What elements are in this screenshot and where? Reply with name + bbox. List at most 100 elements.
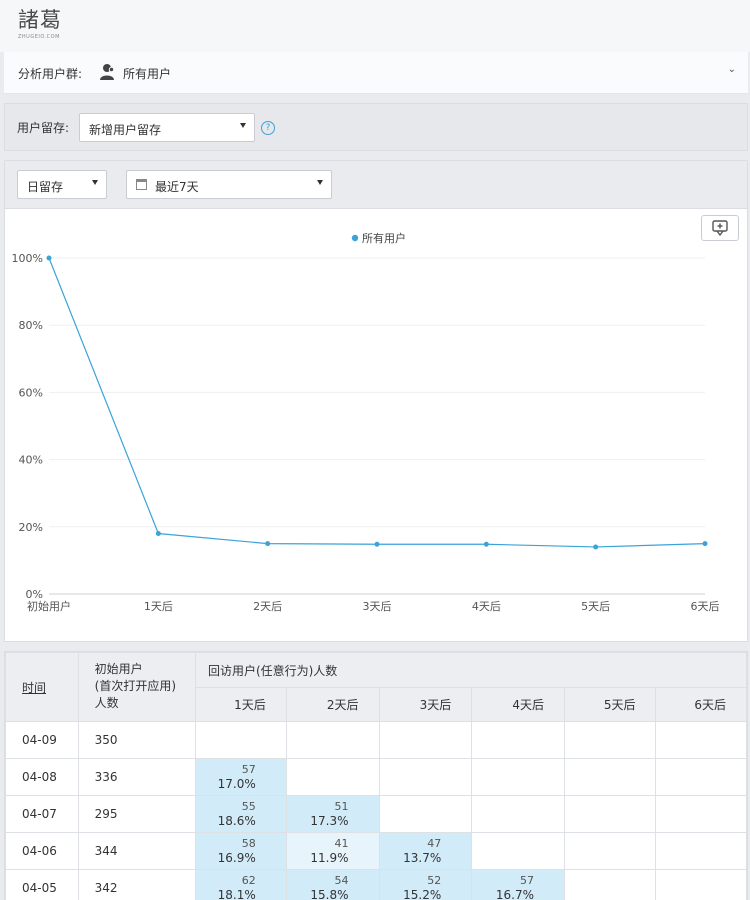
data-point: [593, 544, 599, 550]
column-header-initial-users: 初始用户 (首次打开应用) 人数: [77, 652, 196, 722]
row-initial-count: 336: [77, 758, 196, 796]
y-tick-label: 80%: [19, 319, 43, 332]
row-initial-count: 295: [77, 795, 196, 833]
retention-count: 62: [241, 874, 256, 887]
retention-count: 47: [427, 837, 442, 850]
row-date: 04-08: [5, 758, 79, 796]
retention-percent: 18.6%: [217, 814, 256, 828]
retention-cell[interactable]: 47 13.7%: [378, 832, 473, 870]
date-range-select[interactable]: 最近7天: [126, 170, 332, 199]
retention-cell[interactable]: 54 15.8%: [285, 869, 380, 900]
retention-percent: 16.9%: [217, 851, 256, 865]
period-select[interactable]: 日留存: [17, 170, 107, 199]
caret-down-icon: [240, 123, 246, 128]
retention-percent: 11.9%: [310, 851, 349, 865]
retention-cell: [378, 795, 473, 833]
table-row: 04-06 344 58 16.9% 41 11.9% 47 13.7%: [5, 832, 747, 870]
retention-bar: 用户留存: 新增用户留存 ?: [4, 103, 748, 151]
initial-users-line-1: 初始用户: [94, 662, 143, 676]
retention-line-chart: 0%20%40%60%80%100%初始用户 1天后 2天后 3天后 4天后 5天后 6天后…: [12, 231, 720, 613]
retention-cell: [471, 795, 566, 833]
x-tick-label: 3天后: [363, 600, 392, 613]
retention-cell: [471, 832, 566, 870]
column-header-day[interactable]: 5天后: [564, 687, 657, 722]
retention-label: 用户留存:: [17, 121, 70, 135]
top-bar: 諸葛 ZHUGEIO.COM: [0, 0, 750, 52]
user-group-label: 分析用户群:: [18, 67, 83, 81]
row-initial-count: 344: [77, 832, 196, 870]
row-date: 04-06: [5, 832, 79, 870]
column-header-time[interactable]: 时间: [5, 652, 79, 722]
retention-cell[interactable]: 58 16.9%: [194, 832, 287, 870]
retention-cell[interactable]: 41 11.9%: [285, 832, 380, 870]
retention-cell[interactable]: 57 17.0%: [194, 758, 287, 796]
retention-cell: [471, 758, 566, 796]
initial-users-line-2: (首次打开应用): [94, 679, 177, 693]
retention-cell[interactable]: 51 17.3%: [285, 795, 380, 833]
retention-count: 57: [241, 763, 256, 776]
retention-cell[interactable]: 62 18.1%: [194, 869, 287, 900]
data-point: [483, 541, 489, 547]
chart-panel: 日留存 最近7天 0% 20% 40% 60% 80% 100% 初始用户 1天后 2天后 3天后…: [4, 160, 748, 642]
series-line: [48, 257, 706, 548]
retention-cell[interactable]: 57 16.7%: [471, 869, 566, 900]
row-date: 04-09: [5, 721, 79, 759]
retention-count: 58: [241, 837, 256, 850]
table-row: 04-07 295 55 18.6% 51 17.3%: [5, 795, 747, 833]
row-date: 04-05: [5, 869, 79, 900]
retention-cell[interactable]: 55 18.6%: [194, 795, 287, 833]
legend-marker: [351, 234, 359, 242]
data-point: [265, 541, 271, 547]
y-tick-label: 40%: [19, 454, 43, 467]
caret-down-icon: [92, 180, 98, 185]
table-row: 04-05 342 62 18.1% 54 15.8% 52 15.2% 57 16.7%: [5, 869, 747, 900]
data-point: [374, 541, 380, 547]
user-group-bar[interactable]: 分析用户群: 所有用户 ⌄: [4, 52, 748, 94]
brand-logo[interactable]: 諸葛 ZHUGEIO.COM: [18, 8, 62, 40]
column-header-day[interactable]: 4天后: [471, 687, 566, 722]
y-tick-label: 20%: [19, 521, 43, 534]
retention-cell: [564, 795, 657, 833]
retention-percent: 17.0%: [217, 777, 256, 791]
user-group-icon: [100, 64, 115, 80]
column-header-day[interactable]: 2天后: [285, 687, 380, 722]
retention-count: 55: [241, 800, 256, 813]
retention-cell: [471, 721, 566, 759]
x-tick-label: 5天后: [581, 600, 610, 613]
retention-percent: 15.2%: [403, 888, 442, 900]
x-tick-label: 初始用户: [27, 599, 71, 613]
column-header-day[interactable]: 3天后: [378, 687, 473, 722]
logo-subtext: ZHUGEIO.COM: [18, 34, 60, 40]
retention-cell: [655, 795, 747, 833]
data-point: [702, 541, 708, 547]
retention-cell: [194, 721, 287, 759]
legend-label: 所有用户: [362, 231, 406, 245]
retention-cell: [655, 758, 747, 796]
column-header-day[interactable]: 1天后: [194, 687, 287, 722]
x-tick-label: 6天后: [691, 600, 720, 613]
x-tick-label: 1天后: [144, 600, 173, 613]
retention-count: 52: [427, 874, 442, 887]
retention-cell: [285, 721, 380, 759]
chart-controls: 日留存 最近7天: [5, 161, 747, 209]
row-initial-count: 342: [77, 869, 196, 900]
retention-percent: 18.1%: [217, 888, 256, 900]
question-icon[interactable]: ?: [261, 121, 275, 135]
retention-cell: [655, 832, 747, 870]
row-date: 04-07: [5, 795, 79, 833]
retention-cell[interactable]: 52 15.2%: [378, 869, 473, 900]
date-range-value: 最近7天: [155, 180, 199, 194]
chevron-down-icon[interactable]: ⌄: [728, 64, 736, 75]
retention-count: 57: [520, 874, 535, 887]
table-row: 04-09 350: [5, 721, 747, 759]
retention-percent: 16.7%: [495, 888, 535, 900]
retention-cell: [655, 721, 747, 759]
retention-cell: [564, 758, 657, 796]
retention-type-select[interactable]: 新增用户留存: [79, 113, 255, 142]
retention-table: 时间 初始用户 (首次打开应用) 人数 回访用户(任意行为)人数 1天后 2天后 3…: [4, 651, 748, 900]
retention-cell: [564, 832, 657, 870]
column-header-day[interactable]: 6天后: [655, 687, 747, 722]
data-point: [46, 255, 52, 261]
initial-users-line-3: 人数: [94, 696, 119, 710]
x-tick-label: 2天后: [253, 600, 282, 613]
